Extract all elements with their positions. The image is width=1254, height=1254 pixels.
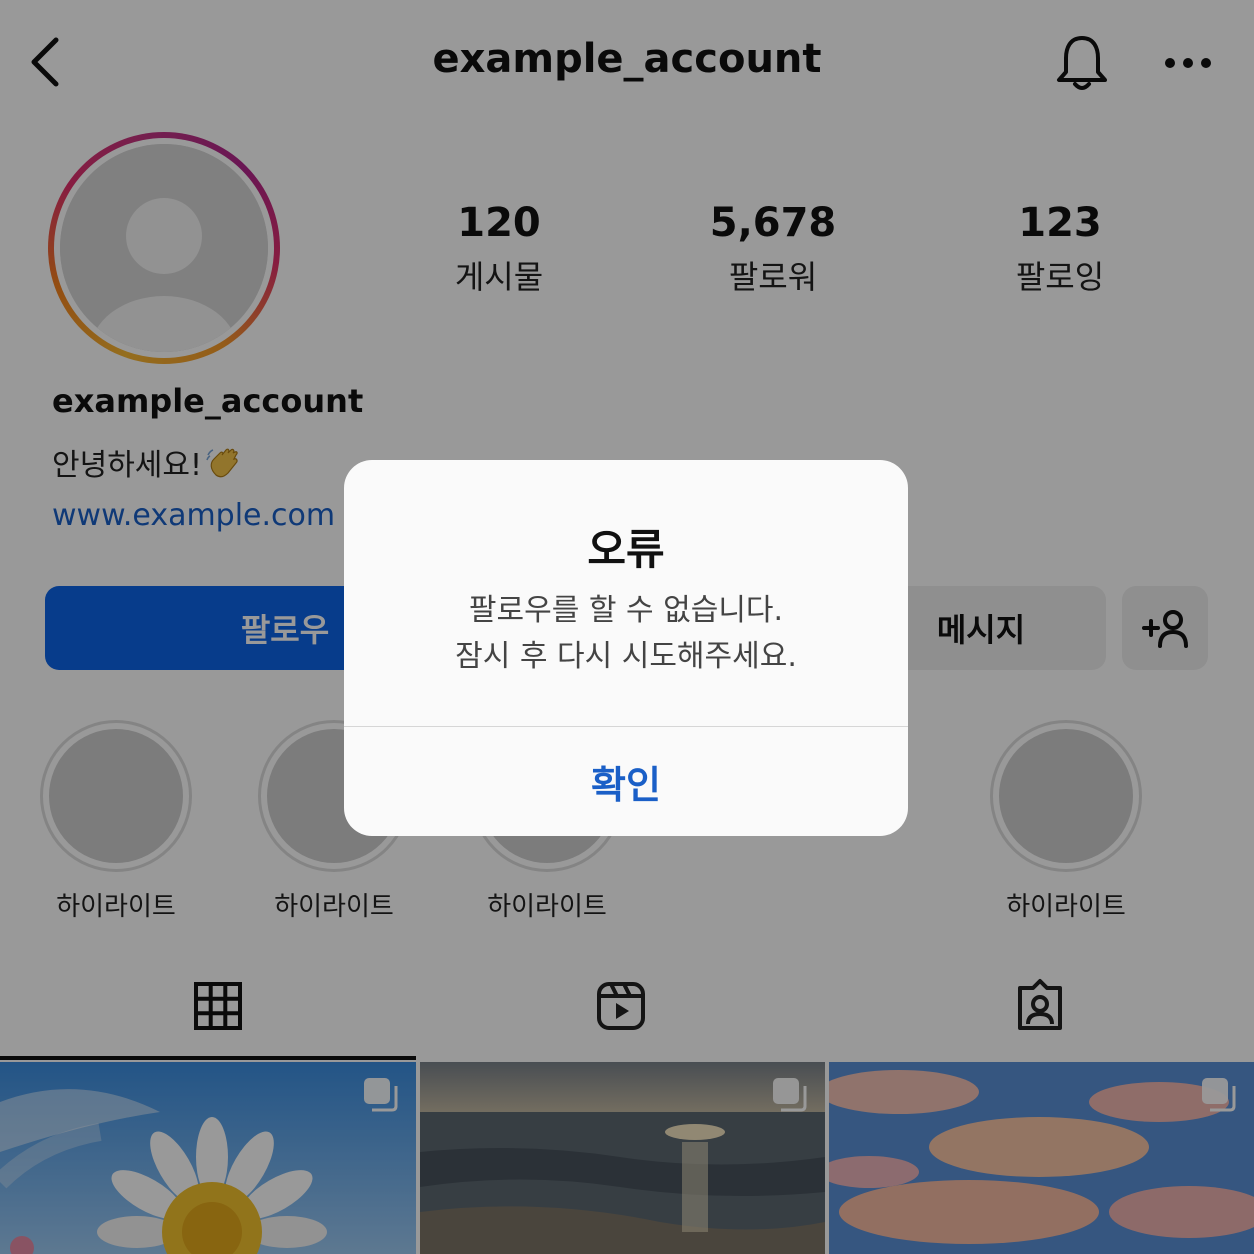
dialog-message-line: 잠시 후 다시 시도해주세요.	[455, 639, 797, 674]
dialog-message-line: 팔로우를 할 수 없습니다.	[468, 593, 784, 628]
dialog-message: 팔로우를 할 수 없습니다. 잠시 후 다시 시도해주세요.	[344, 588, 908, 680]
dialog-title: 오류	[587, 525, 665, 574]
confirm-button[interactable]: 확인	[344, 727, 908, 836]
error-dialog: 오류 팔로우를 할 수 없습니다. 잠시 후 다시 시도해주세요. 확인	[344, 460, 908, 836]
